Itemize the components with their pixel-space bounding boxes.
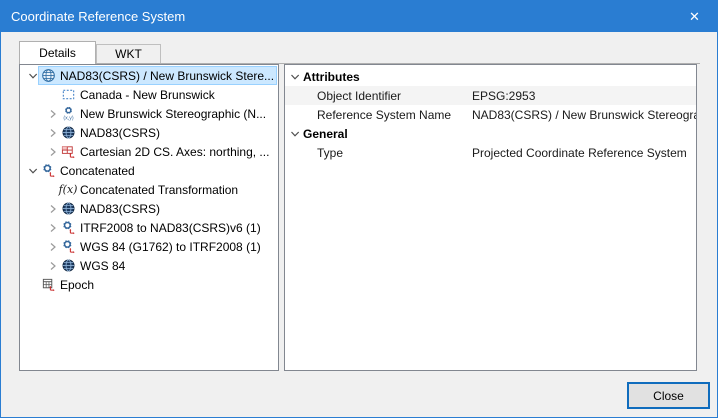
globe-dark-icon	[60, 201, 76, 217]
tree-row[interactable]: NAD83(CSRS)	[20, 199, 278, 218]
tree-row[interactable]: NAD83(CSRS)	[20, 123, 278, 142]
globe-light-icon	[40, 68, 56, 84]
tree-row[interactable]: (x,y) New Brunswick Stereographic (N...	[20, 104, 278, 123]
tree-row[interactable]: f(x)Concatenated Transformation	[20, 180, 278, 199]
property-name: Type	[317, 146, 472, 160]
property-value: EPSG:2953	[472, 89, 535, 103]
chevron-right-icon[interactable]	[45, 202, 60, 216]
tree-item-label: WGS 84 (G1762) to ITRF2008 (1)	[80, 240, 261, 254]
chevron-right-icon[interactable]	[45, 107, 60, 121]
fx-icon: f(x)	[60, 182, 76, 198]
tree-row[interactable]: ITRF2008 to NAD83(CSRS)v6 (1)	[20, 218, 278, 237]
chevron-spacer	[25, 278, 40, 292]
title-bar: Coordinate Reference System ✕	[1, 1, 717, 32]
epoch-icon	[40, 277, 56, 293]
chevron-right-icon[interactable]	[45, 259, 60, 273]
chevron-down-icon[interactable]	[25, 69, 40, 83]
tree-item-label: ITRF2008 to NAD83(CSRS)v6 (1)	[80, 221, 261, 235]
tree-row[interactable]: WGS 84	[20, 256, 278, 275]
property-group-header[interactable]: General	[285, 124, 696, 143]
property-name: Reference System Name	[317, 108, 472, 122]
property-group-label: Attributes	[303, 70, 360, 84]
tab-wkt[interactable]: WKT	[96, 44, 161, 63]
tab-wkt-label: WKT	[115, 47, 142, 61]
property-row[interactable]: TypeProjected Coordinate Reference Syste…	[285, 143, 696, 162]
tree-row[interactable]: Epoch	[20, 275, 278, 294]
tab-details[interactable]: Details	[19, 41, 96, 64]
svg-text:(x,y): (x,y)	[63, 116, 73, 121]
property-group-header[interactable]: Attributes	[285, 67, 696, 86]
tree-row[interactable]: Concatenated	[20, 161, 278, 180]
fx-icon-glyph: f(x)	[59, 183, 78, 196]
window-title: Coordinate Reference System	[11, 9, 185, 24]
extent-icon	[60, 87, 76, 103]
tree-item-label: Cartesian 2D CS. Axes: northing, ...	[80, 145, 269, 159]
property-value: Projected Coordinate Reference System	[472, 146, 687, 160]
crs-properties-inner: AttributesObject IdentifierEPSG:2953Refe…	[285, 65, 696, 162]
tab-details-label: Details	[39, 46, 76, 60]
chevron-down-icon[interactable]	[25, 164, 40, 178]
tree-item-label: Epoch	[60, 278, 94, 292]
globe-dark-icon	[60, 125, 76, 141]
chevron-right-icon[interactable]	[45, 145, 60, 159]
tree-item-label: NAD83(CSRS)	[80, 202, 160, 216]
close-button[interactable]: Close	[627, 382, 710, 409]
tree-row[interactable]: Cartesian 2D CS. Axes: northing, ...	[20, 142, 278, 161]
property-row[interactable]: Object IdentifierEPSG:2953	[285, 86, 696, 105]
property-value: NAD83(CSRS) / New Brunswick Stereogra...	[472, 108, 696, 122]
crs-tree: NAD83(CSRS) / New Brunswick Stere... Cana…	[19, 64, 279, 371]
chevron-down-icon[interactable]	[287, 127, 302, 141]
tree-row[interactable]: Canada - New Brunswick	[20, 85, 278, 104]
close-button-label: Close	[653, 389, 684, 403]
tree-item-label: WGS 84	[80, 259, 125, 273]
property-name: Object Identifier	[317, 89, 472, 103]
property-group-label: General	[303, 127, 348, 141]
tree-row[interactable]: WGS 84 (G1762) to ITRF2008 (1)	[20, 237, 278, 256]
tree-item-label: Concatenated Transformation	[80, 183, 238, 197]
tree-item-label: Concatenated	[60, 164, 135, 178]
chevron-right-icon[interactable]	[45, 240, 60, 254]
tree-item-label: NAD83(CSRS)	[80, 126, 160, 140]
chevron-spacer	[45, 88, 60, 102]
window-close-icon[interactable]: ✕	[672, 1, 717, 32]
tree-row[interactable]: NAD83(CSRS) / New Brunswick Stere...	[20, 66, 278, 85]
transform-icon	[60, 239, 76, 255]
tab-baseline	[19, 63, 700, 64]
globe-dark-icon	[60, 258, 76, 274]
crs-dialog: Coordinate Reference System ✕ Details WK…	[0, 0, 718, 418]
chevron-right-icon[interactable]	[45, 221, 60, 235]
property-row[interactable]: Reference System NameNAD83(CSRS) / New B…	[285, 105, 696, 124]
operation-xy-icon: (x,y)	[60, 106, 76, 122]
transform-icon	[60, 220, 76, 236]
transform-icon	[40, 163, 56, 179]
tree-item-label: NAD83(CSRS) / New Brunswick Stere...	[60, 69, 274, 83]
chevron-right-icon[interactable]	[45, 126, 60, 140]
tree-item-label: New Brunswick Stereographic (N...	[80, 107, 266, 121]
crs-properties: AttributesObject IdentifierEPSG:2953Refe…	[284, 64, 697, 371]
chevron-down-icon[interactable]	[287, 70, 302, 84]
cartesian-icon	[60, 144, 76, 160]
tree-item-label: Canada - New Brunswick	[80, 88, 215, 102]
